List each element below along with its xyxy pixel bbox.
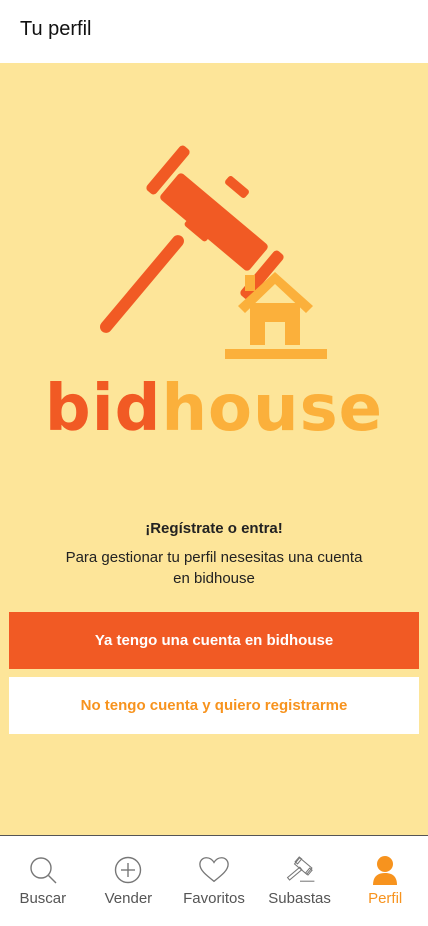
bidhouse-logo-icon [100, 145, 327, 359]
house-door [265, 322, 285, 345]
tab-vender[interactable]: Vender [86, 836, 172, 926]
tab-label: Buscar [19, 890, 67, 907]
app: Tu perfil bidhouse ¡Regístrate o entra! … [0, 0, 428, 926]
brand-wordmark: bidhouse [0, 377, 428, 441]
tab-label: Perfil [368, 890, 403, 907]
gavel-icon [284, 854, 316, 886]
tab-buscar[interactable]: Buscar [0, 836, 86, 926]
auth-title: ¡Regístrate o entra! [145, 520, 283, 537]
tab-perfil[interactable]: Perfil [342, 836, 428, 926]
search-icon [27, 854, 59, 886]
house-icon [225, 272, 327, 359]
tab-subastas[interactable]: Subastas [257, 836, 343, 926]
page-title: Tu perfil [20, 18, 92, 40]
gavel-handle [100, 235, 184, 333]
tab-label: Vender [104, 890, 153, 907]
heart-icon [198, 854, 230, 886]
tab-favoritos[interactable]: Favoritos [171, 836, 257, 926]
gavel-head [160, 173, 268, 271]
tab-label: Subastas [268, 890, 331, 907]
gavel-detail [225, 176, 249, 198]
tab-label: Favoritos [183, 890, 245, 907]
auth-message: Para gestionar tu perfil nesesitas una c… [65, 549, 363, 587]
bottom-tab-bar: Buscar Vender Favoritos Subastas Perfil [0, 835, 428, 926]
plus-circle-icon [112, 854, 144, 886]
login-button[interactable]: Ya tengo una cuenta en bidhouse [9, 612, 419, 669]
register-button[interactable]: No tengo cuenta y quiero registrarme [9, 677, 419, 734]
profile-content: bidhouse ¡Regístrate o entra! Para gesti… [0, 63, 428, 835]
header: Tu perfil [0, 0, 428, 63]
user-icon [369, 854, 401, 886]
wordmark-bid: bid [44, 372, 162, 446]
wordmark-house: house [161, 372, 384, 446]
